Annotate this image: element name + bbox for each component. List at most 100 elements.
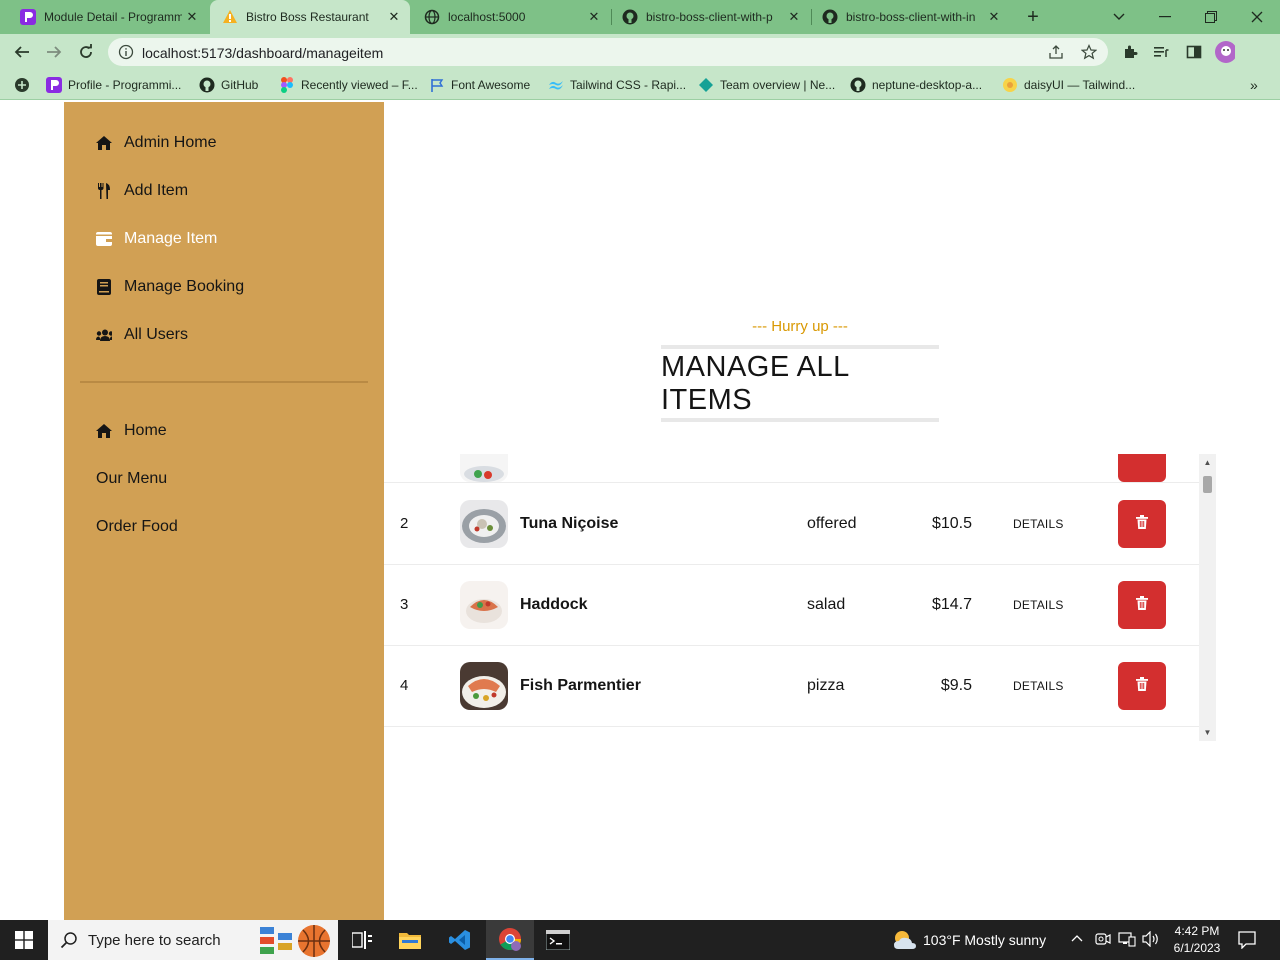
file-explorer-icon[interactable] — [386, 920, 434, 960]
reload-button[interactable] — [73, 39, 99, 65]
system-clock[interactable]: 4:42 PM 6/1/2023 — [1164, 923, 1230, 957]
table-row — [384, 454, 1199, 483]
items-table[interactable]: 2 Tuna Niçoise offered $10.5 DETAILS 3 H… — [384, 454, 1216, 741]
new-tab-button[interactable]: + — [1010, 0, 1056, 34]
extensions-icon[interactable] — [1120, 42, 1140, 62]
restore-button[interactable] — [1188, 0, 1234, 34]
trash-icon — [1136, 514, 1148, 534]
wallet-icon — [96, 231, 112, 247]
search-icon — [60, 931, 78, 954]
tab-localhost-5000[interactable]: localhost:5000 ✕ — [412, 0, 610, 34]
bookmarks-bar: Profile - Programmi... GitHub Recently v… — [0, 70, 1280, 100]
home-icon — [96, 423, 112, 439]
windows-taskbar: Type here to search 103°F Mostly sunny 4… — [0, 920, 1280, 960]
programming-hero-icon — [20, 9, 36, 25]
close-icon[interactable]: ✕ — [586, 9, 602, 25]
back-button[interactable] — [9, 39, 35, 65]
close-icon[interactable]: ✕ — [386, 9, 402, 25]
apps-icon[interactable] — [14, 76, 30, 94]
sidebar-item-manage-booking[interactable]: Manage Booking — [96, 275, 244, 299]
bookmark-programming-hero[interactable]: Profile - Programmi... — [46, 76, 181, 94]
bookmark-neptune[interactable]: neptune-desktop-a... — [850, 76, 982, 94]
bookmarks-overflow-icon[interactable]: » — [1250, 76, 1258, 94]
tab-title: Bistro Boss Restaurant — [246, 10, 369, 24]
table-row: 2 Tuna Niçoise offered $10.5 DETAILS — [384, 484, 1199, 565]
tab-title: bistro-boss-client-with-in — [846, 10, 976, 24]
sidebar-item-all-users[interactable]: All Users — [96, 323, 188, 347]
bookmark-figma[interactable]: Recently viewed – F... — [279, 76, 418, 94]
sidebar-item-order-food[interactable]: Order Food — [96, 515, 178, 539]
close-icon[interactable]: ✕ — [184, 9, 200, 25]
browser-tab-bar: Module Detail - Programm ✕ Bistro Boss R… — [0, 0, 1280, 34]
close-icon[interactable]: ✕ — [986, 9, 1002, 25]
trash-icon — [1136, 676, 1148, 696]
media-queue-icon[interactable] — [1151, 42, 1171, 62]
delete-button[interactable] — [1118, 500, 1166, 548]
bookmark-daisyui[interactable]: daisyUI — Tailwind... — [1002, 76, 1135, 94]
clock-date: 6/1/2023 — [1173, 941, 1221, 955]
sidebar-item-home[interactable]: Home — [96, 419, 167, 443]
details-button[interactable]: DETAILS — [1013, 679, 1064, 693]
row-number: 4 — [400, 677, 409, 694]
tab-search-chevron-icon[interactable] — [1096, 0, 1142, 34]
forward-button[interactable] — [41, 39, 67, 65]
windows-start-icon[interactable] — [0, 920, 48, 960]
item-category: salad — [807, 596, 846, 613]
meet-now-icon[interactable] — [1095, 931, 1111, 950]
tab-module-detail[interactable]: Module Detail - Programm ✕ — [12, 0, 208, 34]
page-title: MANAGE ALL ITEMS — [661, 345, 939, 422]
bookmark-team-overview[interactable]: Team overview | Ne... — [698, 76, 835, 94]
details-button[interactable]: DETAILS — [1013, 598, 1064, 612]
item-category: offered — [807, 515, 857, 532]
book-icon — [96, 279, 112, 295]
bookmark-tailwind[interactable]: Tailwind CSS - Rapi... — [548, 76, 686, 94]
task-view-icon[interactable] — [338, 920, 386, 960]
chevron-up-icon[interactable] — [1071, 930, 1083, 945]
details-button[interactable]: DETAILS — [1013, 517, 1064, 531]
close-icon[interactable]: ✕ — [786, 9, 802, 25]
weather-icon[interactable] — [892, 929, 916, 956]
bookmark-font-awesome[interactable]: Font Awesome — [429, 76, 530, 94]
profile-avatar[interactable] — [1215, 41, 1235, 63]
item-price: $10.5 — [931, 515, 972, 532]
figma-icon — [279, 77, 295, 93]
food-thumbnail — [460, 581, 508, 629]
side-panel-icon[interactable] — [1184, 42, 1204, 62]
network-icon[interactable] — [1118, 931, 1136, 950]
tab-title: localhost:5000 — [448, 10, 526, 24]
tab-bistro-boss[interactable]: Bistro Boss Restaurant ✕ — [210, 0, 410, 34]
notifications-icon[interactable] — [1238, 931, 1256, 952]
delete-button[interactable] — [1118, 662, 1166, 710]
terminal-icon[interactable] — [534, 920, 582, 960]
food-thumbnail — [460, 662, 508, 710]
delete-button[interactable] — [1118, 454, 1166, 482]
search-highlight-icon[interactable] — [256, 923, 334, 960]
vscode-icon[interactable] — [436, 920, 484, 960]
bookmark-github[interactable]: GitHub — [199, 76, 258, 94]
sidebar-item-admin-home[interactable]: Admin Home — [96, 131, 216, 155]
address-bar[interactable]: localhost:5173/dashboard/manageitem — [108, 38, 1108, 66]
food-thumbnail — [460, 500, 508, 548]
chrome-icon[interactable] — [486, 920, 534, 960]
scroll-up-arrow-icon[interactable]: ▲ — [1199, 454, 1216, 471]
sidebar-divider — [80, 381, 368, 383]
info-icon[interactable] — [118, 44, 134, 65]
volume-icon[interactable] — [1142, 930, 1160, 950]
scrollbar-thumb[interactable] — [1203, 476, 1212, 493]
sidebar-item-our-menu[interactable]: Our Menu — [96, 467, 167, 491]
tab-title: bistro-boss-client-with-p — [646, 10, 773, 24]
table-scrollbar[interactable]: ▲ ▼ — [1199, 454, 1216, 741]
weather-text[interactable]: 103°F Mostly sunny — [923, 932, 1046, 948]
taskbar-search[interactable]: Type here to search — [48, 920, 338, 960]
minimize-button[interactable] — [1142, 0, 1188, 34]
sidebar-item-add-item[interactable]: Add Item — [96, 179, 188, 203]
bookmark-star-icon[interactable] — [1080, 44, 1098, 65]
sidebar-item-manage-item[interactable]: Manage Item — [96, 227, 217, 251]
scroll-down-arrow-icon[interactable]: ▼ — [1199, 724, 1216, 741]
tab-github-1[interactable]: bistro-boss-client-with-p ✕ — [612, 0, 810, 34]
github-icon — [622, 9, 638, 25]
tab-github-2[interactable]: bistro-boss-client-with-in ✕ — [812, 0, 1010, 34]
delete-button[interactable] — [1118, 581, 1166, 629]
share-icon[interactable] — [1048, 44, 1064, 65]
close-window-button[interactable] — [1234, 0, 1280, 34]
